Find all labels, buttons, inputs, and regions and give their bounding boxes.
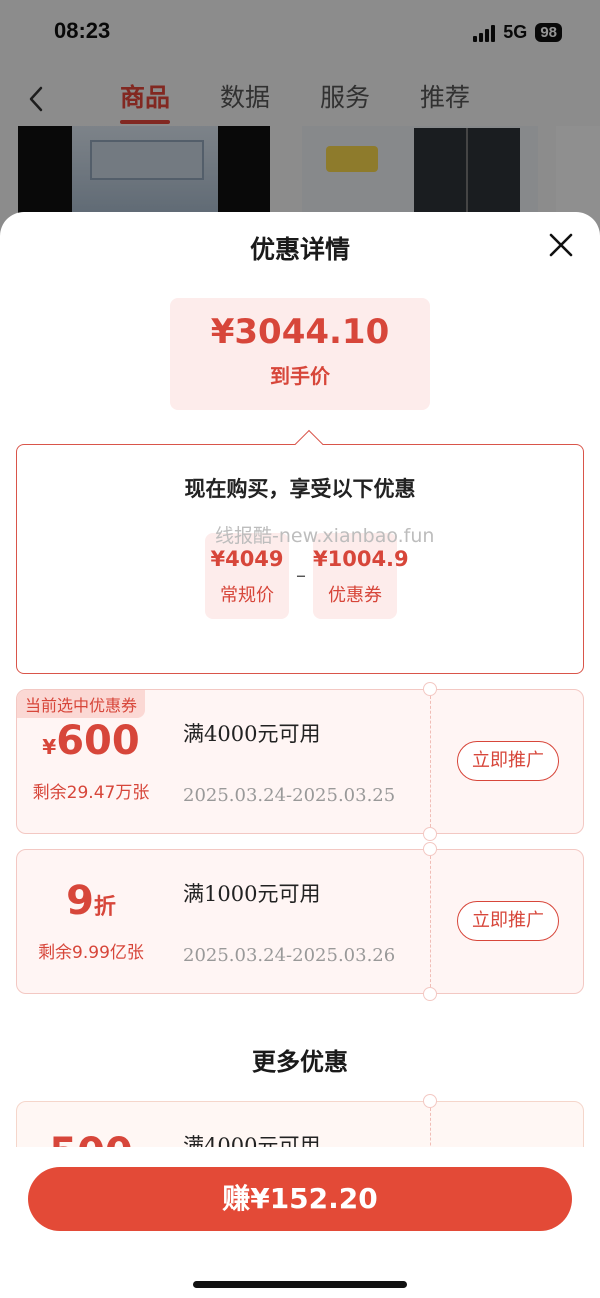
coupon-amount: ¥600	[17, 718, 165, 764]
minus-operator: –	[296, 563, 306, 587]
coupon-condition: 满4000元可用	[183, 722, 321, 746]
discount-details-sheet: 优惠详情 ¥3044.10 到手价 现在购买，享受以下优惠 线报酷-new.xi…	[0, 212, 600, 1298]
final-price: ¥3044.10	[210, 312, 390, 352]
breakdown-title: 现在购买，享受以下优惠	[184, 477, 416, 501]
coupon-remaining: 剩余9.99亿张	[38, 943, 144, 963]
coupon-remaining: 剩余29.47万张	[32, 783, 150, 803]
close-button[interactable]	[548, 232, 574, 258]
price-breakdown: 现在购买，享受以下优惠 线报酷-new.xianbao.fun ¥4049 常规…	[16, 429, 584, 674]
home-indicator	[193, 1281, 407, 1288]
coupon-amount: 9折	[17, 878, 165, 924]
close-icon	[549, 233, 573, 257]
coupon-dates: 2025.03.24-2025.03.25	[183, 785, 396, 806]
coupon-amount-value: 600	[56, 718, 140, 764]
coupon-amount-value: 9	[66, 878, 94, 924]
currency-symbol: ¥	[42, 735, 57, 759]
more-offers-title: 更多优惠	[252, 1048, 348, 1076]
coupon-discount-label: 优惠券	[328, 585, 382, 606]
selected-coupon-badge: 当前选中优惠券	[17, 690, 146, 718]
bottom-action-bar: 赚¥152.20	[0, 1147, 600, 1298]
coupon-condition: 满1000元可用	[183, 882, 321, 906]
coupon-dates: 2025.03.24-2025.03.26	[183, 945, 396, 966]
coupon-discount-value: ¥1004.9	[313, 547, 409, 571]
final-price-box: ¥3044.10 到手价	[170, 298, 430, 410]
watermark: 线报酷-new.xianbao.fun	[215, 525, 435, 547]
final-price-label: 到手价	[270, 364, 330, 388]
callout-pointer	[294, 429, 324, 459]
coupon-card: 当前选中优惠券 ¥600 剩余29.47万张 满4000元可用 2025.03.…	[16, 682, 584, 841]
coupon-card: 9折 剩余9.99亿张 满1000元可用 2025.03.24-2025.03.…	[16, 842, 584, 1001]
sheet-title: 优惠详情	[249, 235, 350, 264]
regular-price-label: 常规价	[220, 585, 274, 606]
promote-button[interactable]: 立即推广	[457, 901, 559, 941]
regular-price-value: ¥4049	[210, 547, 284, 571]
earn-commission-button[interactable]: 赚¥152.20	[28, 1167, 572, 1231]
promote-button[interactable]: 立即推广	[457, 741, 559, 781]
coupon-divider	[430, 696, 431, 827]
coupon-divider	[430, 856, 431, 987]
coupon-amount-unit: 折	[93, 895, 116, 920]
